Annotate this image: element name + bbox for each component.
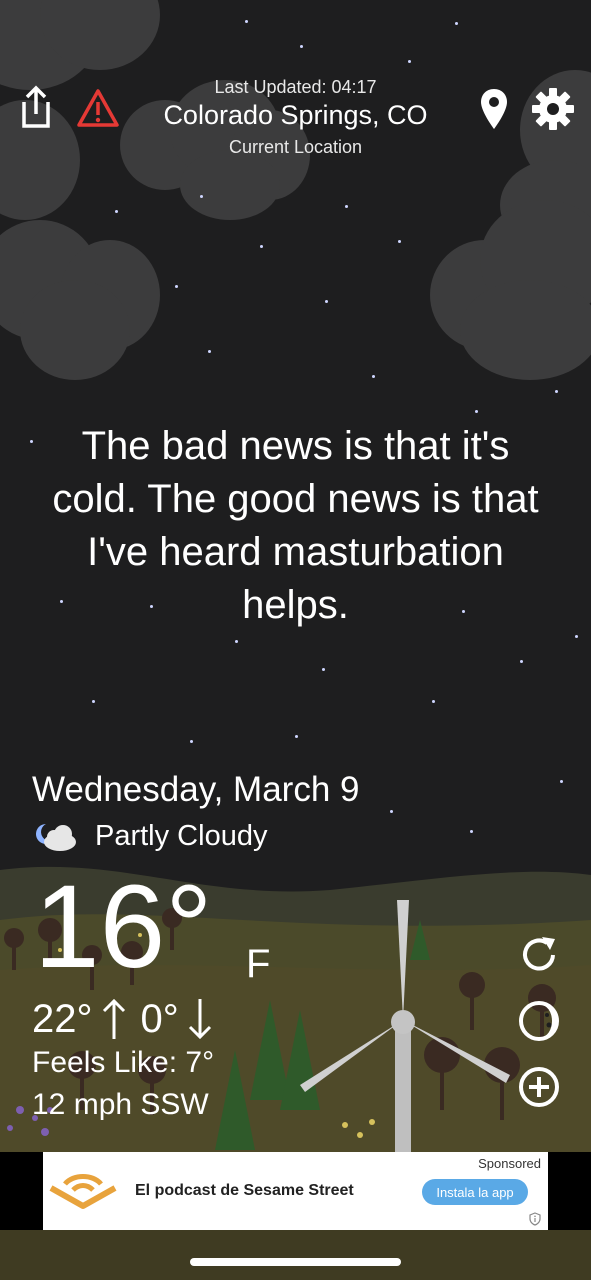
ad-banner[interactable]: Sponsored El podcast de Sesame Street In…	[43, 1152, 548, 1230]
arrow-down-icon	[188, 999, 211, 1040]
high-low-row: 22° 0°	[32, 996, 213, 1042]
weather-screen: Last Updated: 04:17 Colorado Springs, CO…	[0, 0, 591, 1280]
ad-title: El podcast de Sesame Street	[135, 1182, 354, 1199]
feels-like-label: Feels Like: 7°	[32, 1046, 215, 1079]
quote-line: I've heard masturbation	[87, 530, 504, 574]
home-indicator[interactable]	[190, 1258, 401, 1266]
last-updated-label: Last Updated: 04:17	[214, 77, 377, 97]
plus-circle-icon[interactable]	[516, 1064, 562, 1110]
condition-label: Partly Cloudy	[95, 820, 268, 852]
current-location-label: Current Location	[228, 137, 363, 157]
city-title[interactable]: Colorado Springs, CO	[0, 100, 591, 131]
moon-icon[interactable]	[516, 998, 562, 1044]
quote-line: helps.	[242, 583, 349, 627]
refresh-icon[interactable]	[516, 932, 562, 978]
ad-info-icon[interactable]	[528, 1212, 542, 1226]
wind-label: 12 mph SSW	[32, 1088, 209, 1121]
quote-line: The bad news is that it's	[81, 424, 510, 468]
date-label: Wednesday, March 9	[32, 770, 360, 809]
temperature-unit[interactable]: F	[246, 942, 270, 987]
arrow-up-icon	[102, 998, 125, 1039]
high-temp: 22°	[32, 996, 93, 1041]
weather-quote: The bad news is that it's cold. The good…	[0, 420, 591, 632]
quote-line: cold. The good news is that	[52, 477, 539, 521]
partly-cloudy-night-icon	[32, 820, 80, 854]
low-temp: 0°	[140, 996, 179, 1041]
audible-logo-icon	[49, 1166, 117, 1210]
temperature-value: 16°	[34, 861, 213, 993]
ad-sponsored-label: Sponsored	[478, 1156, 541, 1171]
ad-install-button[interactable]: Instala la app	[422, 1179, 528, 1205]
bottom-ground	[0, 1230, 591, 1280]
